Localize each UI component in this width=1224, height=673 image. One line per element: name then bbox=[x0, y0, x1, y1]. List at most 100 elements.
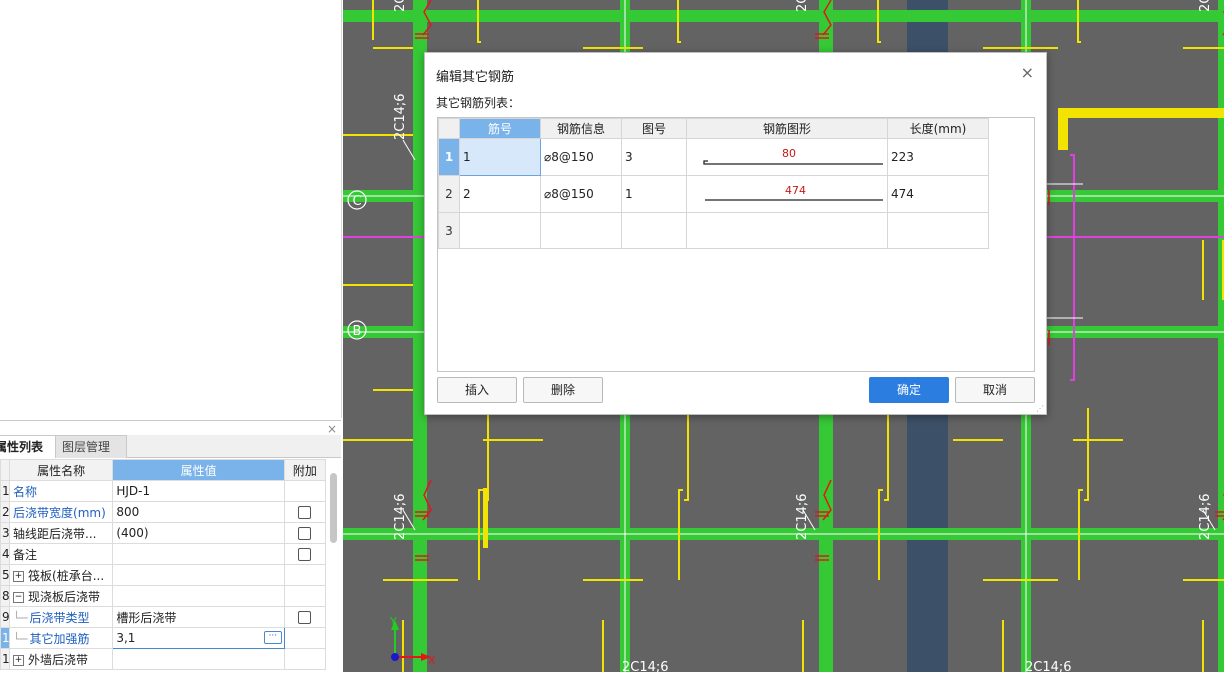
length-cell[interactable] bbox=[887, 212, 989, 249]
row-number: 1 bbox=[0, 480, 11, 502]
property-name-cell[interactable]: + 筏板(桩承台... bbox=[9, 564, 114, 586]
property-name-cell[interactable]: − 现浇板后浇带 bbox=[9, 585, 114, 607]
axis-label-c: C bbox=[352, 194, 361, 209]
property-value-cell[interactable] bbox=[112, 564, 285, 586]
collapse-icon[interactable]: − bbox=[13, 591, 25, 603]
property-name-cell[interactable]: + 外墙后浇带 bbox=[9, 648, 114, 670]
checkbox[interactable] bbox=[298, 611, 312, 624]
table-row[interactable]: 3 bbox=[438, 212, 989, 249]
property-name-cell[interactable]: 名称 bbox=[9, 480, 114, 502]
rebar-shape-cell[interactable] bbox=[686, 212, 888, 249]
property-value-cell[interactable]: HJD-1 bbox=[112, 480, 285, 502]
property-value-cell[interactable] bbox=[112, 585, 285, 607]
tab-property-list[interactable]: 属性列表 bbox=[0, 435, 58, 458]
panel-tabs: 属性列表 图层管理 bbox=[0, 435, 341, 458]
dialog-title: 编辑其它钢筋 bbox=[436, 70, 515, 85]
row-number: 11 bbox=[0, 648, 11, 670]
property-row[interactable]: 11+外墙后浇带 bbox=[0, 648, 327, 670]
checkbox[interactable] bbox=[298, 506, 312, 519]
row-number-header bbox=[438, 118, 460, 139]
figure-no-cell[interactable] bbox=[621, 212, 687, 249]
extra-cell bbox=[283, 627, 327, 649]
property-name-cell[interactable]: 后浇带宽度(mm) bbox=[9, 501, 114, 523]
tab-layer-management[interactable]: 图层管理 bbox=[55, 435, 127, 458]
rebar-label: 2C14;6 bbox=[393, 0, 408, 12]
property-value-cell[interactable]: 槽形后浇带 bbox=[112, 606, 285, 628]
shape-dimension-label: 474 bbox=[785, 184, 806, 197]
close-icon[interactable]: × bbox=[1021, 63, 1034, 82]
column-rebar-shape[interactable]: 钢筋图形 bbox=[686, 118, 888, 139]
panel-scrollbar[interactable] bbox=[330, 473, 337, 543]
property-value-cell[interactable]: 3,1 ··· bbox=[112, 627, 285, 649]
ok-button[interactable]: 确定 bbox=[869, 377, 949, 403]
property-name: 备注 bbox=[13, 547, 38, 562]
rebar-table: 筋号 钢筋信息 图号 钢筋图形 长度(mm) 1 1 ⌀8@150 3 80 2… bbox=[438, 118, 989, 249]
insert-button[interactable]: 插入 bbox=[437, 377, 517, 403]
property-value-cell[interactable] bbox=[112, 648, 285, 670]
bar-no-cell[interactable]: 2 bbox=[459, 175, 541, 213]
rebar-shape-cell[interactable]: 80 bbox=[686, 138, 888, 176]
row-number: 8 bbox=[0, 585, 11, 607]
property-name-cell[interactable]: └─ 后浇带类型 bbox=[9, 606, 114, 628]
bar-no-cell[interactable] bbox=[459, 212, 541, 249]
rebar-info-cell[interactable] bbox=[540, 212, 622, 249]
property-table: 属性名称 属性值 附加 1 名称 HJD-1 2 后浇带宽度(mm) 800 3 轴线距后浇带… bbox=[0, 459, 327, 670]
property-row[interactable]: 1 名称 HJD-1 bbox=[0, 480, 327, 502]
property-row[interactable]: 2 后浇带宽度(mm) 800 bbox=[0, 501, 327, 523]
ucs-y-label: Y bbox=[389, 615, 397, 628]
property-row[interactable]: 10└─其它加强筋3,1··· bbox=[0, 627, 327, 649]
resize-grip-icon[interactable]: ⋰ bbox=[1036, 404, 1044, 413]
row-number[interactable]: 2 bbox=[438, 175, 460, 213]
expand-icon[interactable]: + bbox=[13, 570, 25, 582]
bar-no-cell[interactable]: 1 bbox=[459, 138, 541, 176]
length-cell[interactable]: 474 bbox=[887, 175, 989, 213]
property-value: 槽形后浇带 bbox=[116, 610, 177, 625]
extra-cell bbox=[283, 543, 327, 565]
tree-connector-icon: └─ bbox=[13, 610, 28, 625]
property-name-cell[interactable]: 轴线距后浇带... bbox=[9, 522, 114, 544]
row-number[interactable]: 3 bbox=[438, 212, 460, 249]
property-row[interactable]: 3 轴线距后浇带... (400) bbox=[0, 522, 327, 544]
property-name-cell[interactable]: 备注 bbox=[9, 543, 114, 565]
property-row[interactable]: 5 + 筏板(桩承台... bbox=[0, 564, 327, 586]
checkbox[interactable] bbox=[298, 527, 312, 540]
rebar-label: 2C14;6 bbox=[393, 93, 408, 140]
column-rebar-info[interactable]: 钢筋信息 bbox=[540, 118, 622, 139]
expand-icon[interactable]: + bbox=[13, 654, 25, 666]
figure-no-cell[interactable]: 3 bbox=[621, 138, 687, 176]
property-name: 名称 bbox=[13, 484, 38, 499]
column-figure-no[interactable]: 图号 bbox=[621, 118, 687, 139]
property-name-cell[interactable]: └─ 其它加强筋 bbox=[9, 627, 114, 649]
cancel-button[interactable]: 取消 bbox=[955, 377, 1035, 403]
property-value: HJD-1 bbox=[116, 484, 151, 498]
row-number: 3 bbox=[0, 522, 11, 544]
panel-close-icon[interactable]: × bbox=[327, 422, 337, 436]
property-row[interactable]: 9 └─ 后浇带类型 槽形后浇带 bbox=[0, 606, 327, 628]
property-row[interactable]: 8− 现浇板后浇带 bbox=[0, 585, 327, 607]
extra-cell bbox=[283, 585, 327, 607]
rebar-label: 2C14;6 bbox=[1025, 660, 1072, 672]
checkbox[interactable] bbox=[298, 548, 312, 561]
table-row[interactable]: 1 1 ⌀8@150 3 80 223 bbox=[438, 138, 989, 176]
ellipsis-button[interactable]: ··· bbox=[263, 631, 282, 644]
property-value-cell[interactable]: (400) bbox=[112, 522, 285, 544]
row-number[interactable]: 1 bbox=[438, 138, 460, 176]
property-name: 其它加强筋 bbox=[29, 631, 90, 646]
ucs-x-label: X bbox=[428, 654, 436, 667]
column-bar-no[interactable]: 筋号 bbox=[459, 118, 541, 139]
figure-no-cell[interactable]: 1 bbox=[621, 175, 687, 213]
delete-button[interactable]: 删除 bbox=[523, 377, 603, 403]
column-length[interactable]: 长度(mm) bbox=[887, 118, 989, 139]
shape-dimension-label: 80 bbox=[782, 147, 796, 160]
rebar-info-cell[interactable]: ⌀8@150 bbox=[540, 138, 622, 176]
property-value-cell[interactable]: 800 bbox=[112, 501, 285, 523]
tree-connector-icon: └─ bbox=[13, 631, 28, 646]
property-name: 轴线距后浇带... bbox=[13, 526, 97, 541]
properties-panel: × 属性列表 图层管理 属性名称 属性值 附加 1 名称 HJD-1 2 后浇带宽度(m… bbox=[0, 420, 341, 673]
rebar-shape-cell[interactable]: 474 bbox=[686, 175, 888, 213]
property-value-cell[interactable] bbox=[112, 543, 285, 565]
length-cell[interactable]: 223 bbox=[887, 138, 989, 176]
rebar-info-cell[interactable]: ⌀8@150 bbox=[540, 175, 622, 213]
table-row[interactable]: 2 2 ⌀8@150 1 474 474 bbox=[438, 175, 989, 213]
property-row[interactable]: 4 备注 bbox=[0, 543, 327, 565]
